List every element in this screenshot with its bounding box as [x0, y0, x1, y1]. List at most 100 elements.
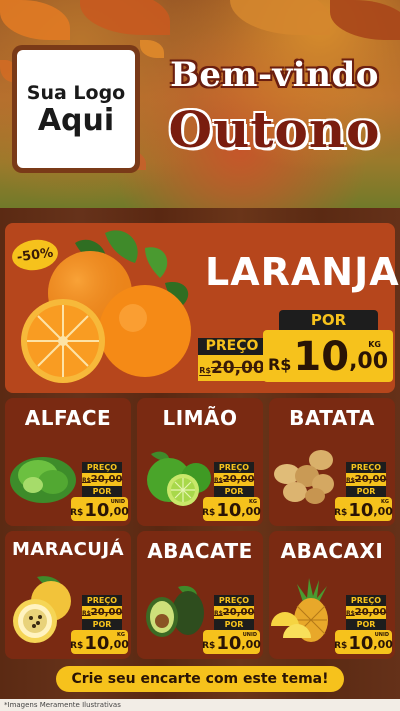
product-old-currency: R$	[346, 477, 355, 484]
featured-old-currency: R$	[199, 366, 211, 375]
avocado-image	[146, 585, 204, 637]
featured-unit: KG	[368, 340, 381, 349]
product-unit: KG	[249, 499, 257, 505]
product-name: ABACATE	[147, 539, 253, 563]
product-new-price: R$ 10 ,00 KG	[70, 630, 129, 654]
featured-product-name: LARANJA	[205, 250, 400, 294]
product-new-int: 10	[216, 499, 242, 521]
product-old-price: R$20,00	[214, 606, 254, 619]
product-new-label-text: POR	[356, 620, 376, 629]
product-old-currency: R$	[214, 477, 223, 484]
product-new-int: 10	[84, 499, 110, 521]
product-price-label: PREÇO	[346, 595, 386, 606]
product-old-value: 20,00	[90, 607, 123, 618]
product-old-price: R$20,00	[82, 606, 122, 619]
call-to-action-banner[interactable]: Crie seu encarte com este tema!	[56, 666, 344, 692]
product-new-currency: R$	[334, 641, 348, 651]
product-price-label-text: PREÇO	[350, 596, 382, 605]
product-new-int: 10	[216, 632, 242, 654]
product-new-label: POR	[82, 486, 122, 497]
product-unit: KG	[117, 632, 125, 638]
product-old-currency: R$	[82, 477, 91, 484]
product-old-value: 20,00	[354, 474, 387, 485]
logo-text-line1: Sua Logo	[26, 81, 126, 104]
product-new-label-text: POR	[224, 487, 244, 496]
product-price-label-text: PREÇO	[86, 596, 118, 605]
product-new-price: R$ 10 ,00 UNID	[70, 497, 129, 521]
product-old-value: 20,00	[222, 474, 255, 485]
logo-placeholder: Sua Logo Aqui	[17, 50, 135, 168]
product-new-int: 10	[348, 499, 374, 521]
featured-new-price: R$ 10 ,00 KG	[263, 330, 393, 382]
product-name: ABACAXI	[280, 539, 384, 563]
product-new-int: 10	[348, 632, 374, 654]
passion-fruit-image	[13, 576, 71, 643]
product-old-value: 20,00	[222, 607, 255, 618]
product-new-label-text: POR	[356, 487, 376, 496]
product-new-int: 10	[84, 632, 110, 654]
featured-new-label-text: POR	[310, 311, 347, 329]
product-unit: UNID	[110, 499, 125, 505]
product-new-label-text: POR	[224, 620, 244, 629]
product-new-price: R$ 10 ,00 KG	[202, 497, 261, 521]
footnote: *Imagens Meramente Ilustrativas	[0, 699, 400, 711]
product-price-label: PREÇO	[82, 595, 122, 606]
welcome-heading: Bem-vindo	[170, 55, 379, 95]
product-old-price: R$20,00	[346, 473, 386, 486]
lettuce-image	[10, 457, 76, 503]
lime-image	[147, 451, 211, 506]
product-name: MARACUJÁ	[11, 539, 125, 560]
product-new-label: POR	[214, 486, 254, 497]
product-name: ALFACE	[24, 406, 112, 430]
featured-new-dec: ,00	[349, 349, 389, 374]
product-new-currency: R$	[202, 508, 216, 518]
leaf-decoration	[0, 0, 70, 40]
product-price-label-text: PREÇO	[218, 596, 250, 605]
product-unit: UNID	[242, 632, 257, 638]
product-new-label: POR	[346, 486, 386, 497]
product-name: LIMÃO	[162, 406, 238, 430]
logo-frame[interactable]: Sua Logo Aqui	[12, 45, 140, 173]
featured-old-price: R$20,00	[198, 355, 266, 381]
product-price-label-text: PREÇO	[350, 463, 382, 472]
product-unit: UNID	[374, 632, 389, 638]
product-name: BATATA	[289, 406, 375, 430]
product-price-label: PREÇO	[82, 462, 122, 473]
season-heading: Outono	[168, 100, 381, 159]
product-unit: KG	[381, 499, 389, 505]
product-old-price: R$20,00	[214, 473, 254, 486]
product-new-currency: R$	[70, 508, 84, 518]
logo-text-line2: Aqui	[37, 102, 115, 138]
product-old-price: R$20,00	[82, 473, 122, 486]
product-old-price: R$20,00	[346, 606, 386, 619]
product-new-label: POR	[346, 619, 386, 630]
featured-price-label-text: PREÇO	[205, 338, 259, 354]
leaf-decoration	[330, 0, 400, 40]
potato-image	[274, 450, 334, 504]
featured-old-value: 20,00	[210, 358, 265, 378]
product-price-label-text: PREÇO	[218, 463, 250, 472]
product-new-label-text: POR	[92, 620, 112, 629]
pineapple-image	[271, 578, 328, 642]
product-price-label: PREÇO	[214, 462, 254, 473]
product-new-dec: ,00	[109, 505, 129, 518]
featured-price-label: PREÇO	[198, 338, 266, 355]
product-new-label: POR	[82, 619, 122, 630]
product-new-label-text: POR	[92, 487, 112, 496]
leaf-decoration	[230, 0, 330, 35]
product-old-currency: R$	[214, 610, 223, 617]
product-old-value: 20,00	[90, 474, 123, 485]
product-new-dec: ,00	[241, 505, 261, 518]
product-new-price: R$ 10 ,00 UNID	[334, 630, 393, 654]
product-old-value: 20,00	[354, 607, 387, 618]
product-price-label: PREÇO	[214, 595, 254, 606]
product-price-label: PREÇO	[346, 462, 386, 473]
product-new-label: POR	[214, 619, 254, 630]
product-new-price: R$ 10 ,00 UNID	[202, 630, 261, 654]
product-new-currency: R$	[202, 641, 216, 651]
product-new-currency: R$	[70, 641, 84, 651]
product-new-dec: ,00	[109, 638, 129, 651]
product-new-price: R$ 10 ,00 KG	[334, 497, 393, 521]
product-new-dec: ,00	[241, 638, 261, 651]
featured-new-int: 10	[293, 334, 350, 380]
